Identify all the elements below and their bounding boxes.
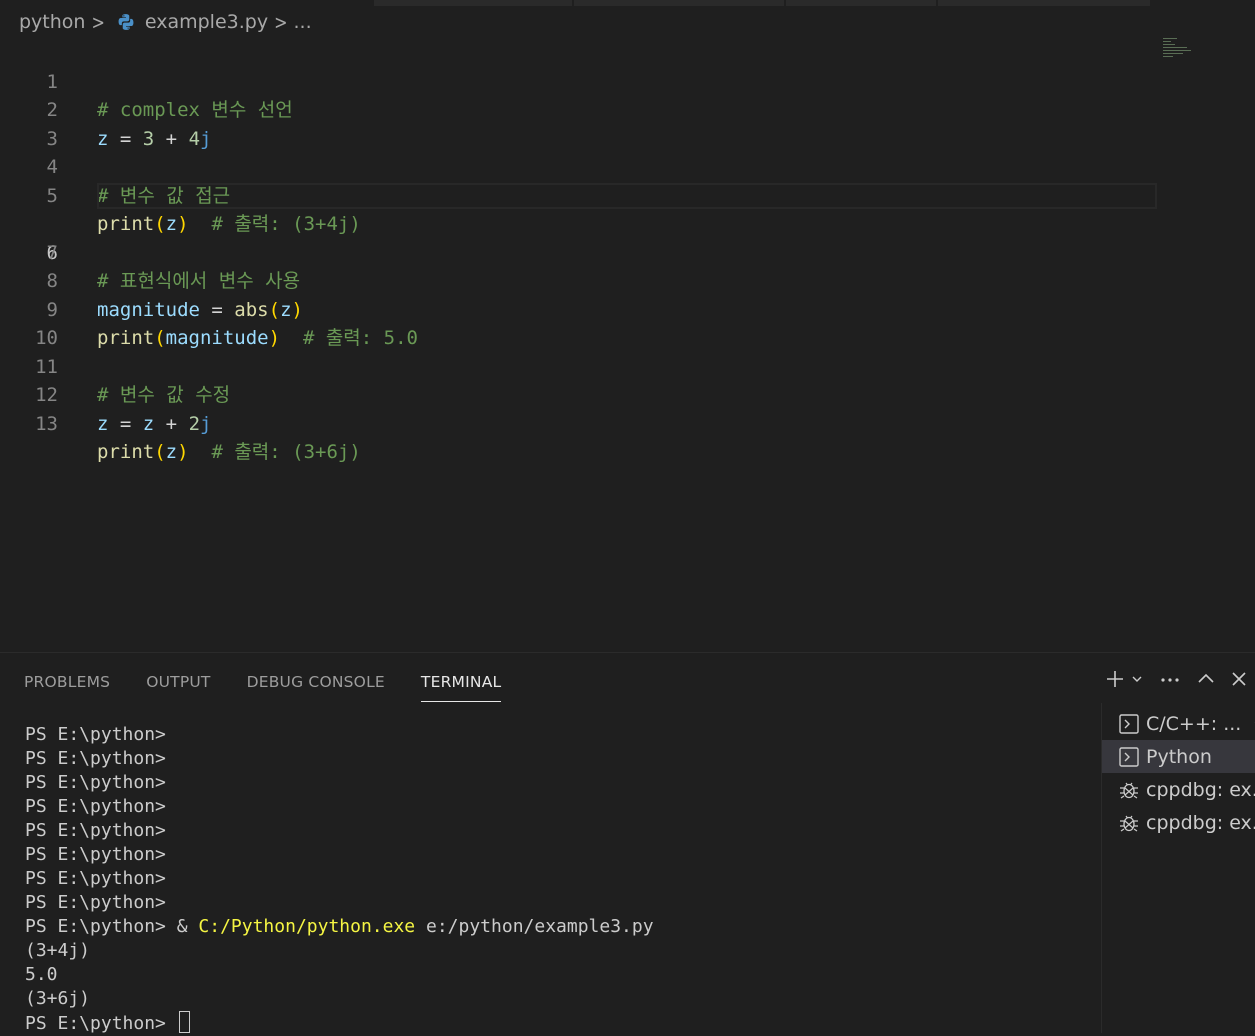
terminal-line: PS E:\python>	[25, 748, 166, 769]
terminal-item-label: C/C++: ...	[1146, 712, 1242, 735]
python-file-icon	[118, 14, 134, 30]
terminal-line: PS E:\python>	[25, 772, 166, 793]
debug-icon	[1120, 782, 1138, 798]
terminal-cursor	[178, 1011, 190, 1033]
terminal-output[interactable]: PS E:\python> PS E:\python> PS E:\python…	[25, 723, 654, 1036]
terminal-item-cpp[interactable]: C/C++: ...	[1102, 707, 1255, 740]
code-line-current: 6	[0, 182, 1160, 264]
terminal-line: (3+6j)	[25, 988, 91, 1009]
bottom-panel: PROBLEMS OUTPUT DEBUG CONSOLE TERMINAL P…	[0, 652, 1255, 1036]
terminal-item-label: Python	[1146, 745, 1212, 768]
terminal-list: C/C++: ... Python cppdbg: ex... cppdbg: …	[1101, 703, 1255, 1033]
chevron-right-icon: >	[274, 10, 288, 34]
terminal-line: 5.0	[25, 964, 58, 985]
close-icon[interactable]	[1231, 671, 1247, 687]
tab-problems[interactable]: PROBLEMS	[24, 671, 110, 701]
debug-icon	[1120, 815, 1138, 831]
chevron-down-icon	[1132, 676, 1142, 682]
code-line: 5 print(z) # 출력: (3+4j)	[0, 153, 1160, 236]
terminal-command-line: PS E:\python> & C:/Python/python.exe e:/…	[25, 916, 654, 937]
terminal-item-cppdbg[interactable]: cppdbg: ex...	[1102, 773, 1255, 806]
tab-debug-console[interactable]: DEBUG CONSOLE	[247, 671, 385, 701]
panel-actions	[1105, 669, 1247, 689]
terminal-item-python[interactable]: Python	[1102, 740, 1255, 773]
code-text: z = z + 2j	[97, 412, 212, 435]
terminal-icon	[1119, 746, 1139, 767]
terminal-item-label: cppdbg: ex...	[1146, 811, 1255, 834]
terminal-line: (3+4j)	[25, 940, 91, 961]
code-line: 7 # 표현식에서 변수 사용	[0, 210, 1160, 293]
breadcrumb-folder[interactable]: python	[19, 11, 85, 33]
breadcrumb-file[interactable]: example3.py	[145, 11, 268, 33]
chevron-up-icon[interactable]	[1197, 670, 1215, 688]
terminal-line: PS E:\python>	[25, 892, 166, 913]
more-actions-icon[interactable]	[1159, 669, 1181, 689]
code-text: print(z) # 출력: (3+6j)	[97, 441, 361, 463]
terminal-line: PS E:\python>	[25, 820, 166, 841]
minimap[interactable]	[1163, 38, 1195, 66]
terminal-icon	[1119, 713, 1139, 734]
code-line: 1 # complex 변수 선언	[0, 39, 1160, 122]
tab-output[interactable]: OUTPUT	[146, 671, 210, 701]
code-line: 4 # 변수 값 접근	[0, 125, 1160, 207]
breadcrumb: python > example3.py > ...	[19, 10, 312, 34]
terminal-item-label: cppdbg: ex...	[1146, 778, 1255, 801]
terminal-line: PS E:\python>	[25, 844, 166, 865]
chevron-right-icon: >	[91, 10, 105, 34]
code-line: 11 # 변수 값 수정	[0, 324, 1160, 407]
code-line: 9 print(magnitude) # 출력: 5.0	[0, 267, 1160, 350]
plus-icon	[1107, 671, 1123, 687]
code-line: 3	[0, 96, 1160, 150]
code-line: 2 z = 3 + 4j	[0, 68, 1160, 150]
new-terminal-button[interactable]	[1105, 669, 1143, 689]
editor-tab-strip	[0, 0, 1255, 6]
breadcrumb-symbols[interactable]: ...	[294, 11, 312, 33]
terminal-item-cppdbg[interactable]: cppdbg: ex...	[1102, 806, 1255, 839]
terminal-line: PS E:\python>	[25, 868, 166, 889]
tab-terminal[interactable]: TERMINAL	[420, 671, 502, 702]
terminal-line: PS E:\python>	[25, 796, 166, 817]
code-line: 10	[0, 296, 1160, 349]
line-number: 13	[35, 412, 58, 435]
current-line-highlight	[97, 182, 1157, 209]
code-line: 13 print(z) # 출력: (3+6j)	[0, 381, 1160, 464]
terminal-line: PS E:\python>	[25, 724, 166, 745]
panel-tabs: PROBLEMS OUTPUT DEBUG CONSOLE TERMINAL	[24, 671, 502, 702]
terminal-prompt-line: PS E:\python>	[25, 1011, 190, 1034]
code-line: 8 magnitude = abs(z)	[0, 239, 1160, 321]
code-line: 12 z = z + 2j	[0, 353, 1160, 435]
code-editor[interactable]: 1 # complex 변수 선언 2 z = 3 + 4j 3 4 # 변수 …	[0, 39, 1255, 599]
